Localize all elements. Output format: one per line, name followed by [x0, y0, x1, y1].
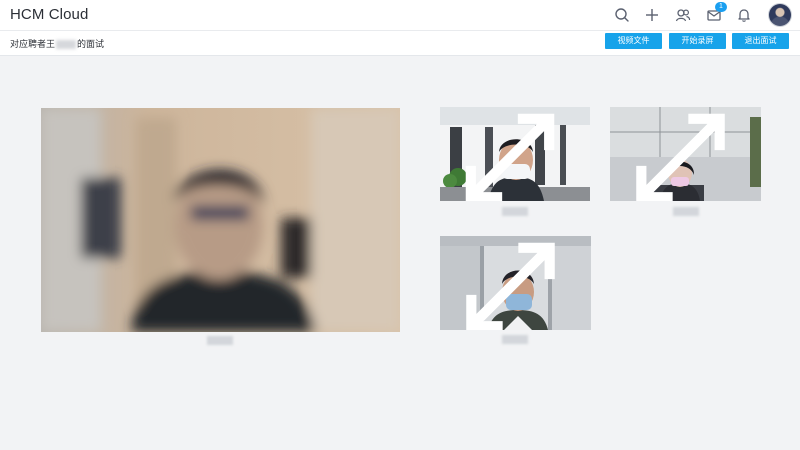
main-participant-name [200, 336, 240, 347]
contacts-icon[interactable] [673, 5, 693, 25]
redacted-name [673, 207, 699, 216]
redacted-name [207, 336, 233, 345]
app-title: HCM Cloud [10, 6, 89, 23]
redacted-name [502, 207, 528, 216]
mail-badge: 1 [715, 2, 727, 12]
interview-title-prefix: 对应聘者王 [10, 39, 56, 49]
redacted-name [502, 335, 528, 344]
expand-icon[interactable] [440, 240, 586, 330]
interview-title-suffix: 的面试 [77, 39, 105, 49]
interview-title: 对应聘者王 的面试 [10, 37, 104, 50]
participant-2-name [671, 207, 701, 218]
participant-3-name [500, 335, 530, 346]
plus-icon[interactable] [642, 5, 662, 25]
video-file-button[interactable]: 视频文件 [605, 33, 662, 49]
expand-icon[interactable] [440, 111, 585, 201]
video-grid [0, 56, 800, 450]
top-bar: HCM Cloud 1 [0, 0, 800, 31]
main-video-feed [41, 108, 400, 332]
participant-tile-2[interactable] [610, 107, 761, 201]
participant-tile-3[interactable] [440, 236, 591, 330]
exit-interview-button[interactable]: 退出面试 [732, 33, 789, 49]
participant-tile-1[interactable] [440, 107, 590, 201]
redacted-name [56, 40, 77, 50]
main-video-tile[interactable] [41, 108, 400, 332]
participant-1-name [500, 207, 530, 218]
start-recording-button[interactable]: 开始录屏 [669, 33, 726, 49]
expand-icon[interactable] [610, 111, 756, 201]
user-avatar[interactable] [769, 4, 791, 26]
notification-bell-icon[interactable] [734, 5, 754, 25]
search-icon[interactable] [612, 5, 632, 25]
mail-icon[interactable]: 1 [704, 2, 727, 25]
